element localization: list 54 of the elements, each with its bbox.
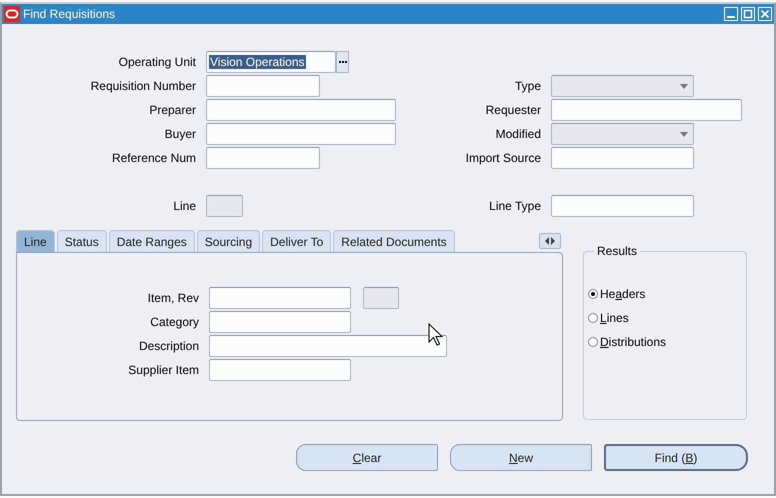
field-label: Type <box>514 79 541 93</box>
input-field[interactable] <box>206 123 396 145</box>
close-icon[interactable] <box>758 7 772 21</box>
tab[interactable]: Deliver To <box>262 230 332 252</box>
list-of-values-button[interactable] <box>336 51 349 73</box>
field-label: Requester <box>484 103 541 117</box>
radio-label[interactable]: Distributions <box>600 335 666 349</box>
field-label: Supplier Item <box>127 363 199 377</box>
tab[interactable]: Sourcing <box>196 230 260 252</box>
input-field[interactable] <box>206 75 320 97</box>
caret-icon <box>680 132 688 137</box>
input-field[interactable] <box>206 147 320 169</box>
action-button[interactable]: Clear <box>296 444 438 471</box>
maximize-icon[interactable] <box>741 7 755 21</box>
tab[interactable]: Line <box>16 230 55 252</box>
field-label: Preparer <box>148 103 196 117</box>
input-field[interactable] <box>209 335 447 357</box>
field-label: Buyer <box>164 127 196 141</box>
action-button[interactable]: Find (B) <box>604 444 748 471</box>
input-field[interactable] <box>551 99 742 121</box>
input-field[interactable] <box>209 287 351 309</box>
radio-button[interactable] <box>588 289 598 299</box>
mouse-cursor-icon <box>428 323 444 347</box>
tab[interactable]: Date Ranges <box>108 230 195 252</box>
input-field[interactable]: Vision Operations <box>206 51 336 73</box>
input-field[interactable] <box>209 359 351 381</box>
field-label: Item, Rev <box>146 291 199 305</box>
input-field[interactable] <box>206 99 396 121</box>
field-label: Reference Num <box>110 151 196 165</box>
action-button[interactable]: New <box>450 444 592 471</box>
field-label: Modified <box>494 127 541 141</box>
field-label: Description <box>138 339 199 353</box>
minimize-icon[interactable] <box>724 7 738 21</box>
group-title: Results <box>596 244 638 258</box>
input-field[interactable] <box>209 311 351 333</box>
caret-icon <box>680 84 688 89</box>
radio-button[interactable] <box>588 337 598 347</box>
radio-label[interactable]: Headers <box>600 287 646 301</box>
field-label: Requisition Number <box>90 79 196 93</box>
tab[interactable]: Status <box>56 230 107 252</box>
field-label: Category <box>149 315 199 329</box>
field-label: Line <box>172 199 196 213</box>
input-field[interactable] <box>551 195 694 217</box>
window-title: Find Requisitions <box>23 7 116 21</box>
radio-button[interactable] <box>588 313 598 323</box>
field-label: Line Type <box>488 199 541 213</box>
radio-label[interactable]: Lines <box>600 311 629 325</box>
logo-icon <box>4 6 20 22</box>
tab-scroll-button[interactable] <box>539 233 561 249</box>
field-label: Import Source <box>464 151 541 165</box>
tab[interactable]: Related Documents <box>333 230 455 252</box>
input-field[interactable] <box>551 147 694 169</box>
left-right-arrows-icon <box>545 237 555 245</box>
field-label: Operating Unit <box>118 55 196 69</box>
